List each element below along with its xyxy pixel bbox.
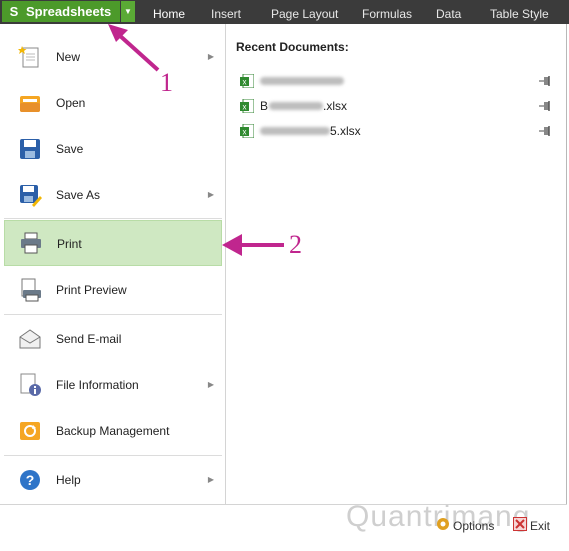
annotation-arrow-2 bbox=[222, 234, 284, 256]
annotation-step-2: 2 bbox=[289, 230, 302, 259]
annotation-step-1: 1 bbox=[160, 68, 173, 97]
annotation-overlay bbox=[108, 24, 284, 256]
annotation-arrow-1 bbox=[108, 24, 160, 72]
